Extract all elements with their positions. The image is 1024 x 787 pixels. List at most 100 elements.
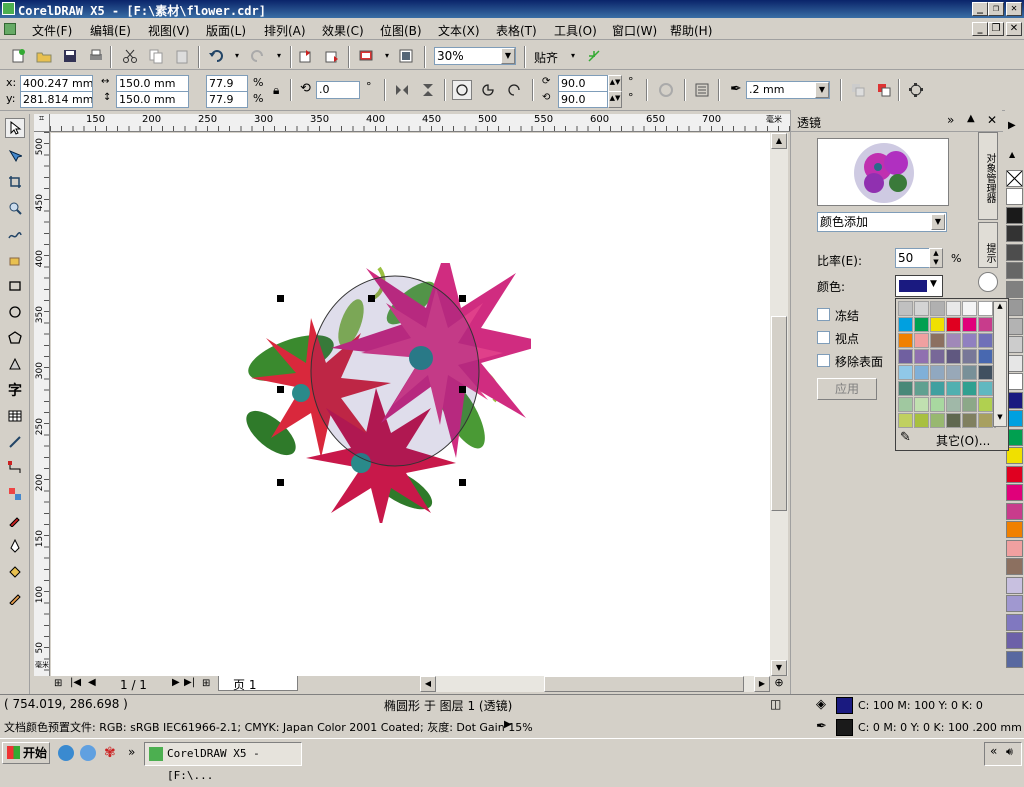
app-launcher-icon[interactable] [356,46,376,66]
width-field[interactable]: 150.0 mm [116,75,189,92]
to-front-icon[interactable] [848,80,868,100]
lens-ellipse[interactable] [310,275,480,467]
palette-swatch[interactable] [1006,521,1023,538]
scroll-down-button[interactable]: ▼ [771,660,787,676]
ellipse-icon[interactable] [452,80,472,100]
color-button[interactable]: ▼ [895,275,943,297]
picker-color-cell[interactable] [914,397,929,412]
picker-color-cell[interactable] [978,365,993,380]
drawing-canvas[interactable] [51,133,770,676]
save-icon[interactable] [60,46,80,66]
table-tool-icon[interactable] [5,406,25,426]
minimize-button[interactable]: _ [972,2,988,16]
palette-swatch[interactable] [1006,206,1023,224]
doc-close-button[interactable]: ✕ [1006,22,1022,36]
speaker-icon[interactable]: 🔊︎ [1006,745,1013,759]
selection-handle[interactable] [459,295,466,302]
picker-color-cell[interactable] [898,365,913,380]
menu-effects[interactable]: 效果(C) [322,22,364,39]
end-angle-field[interactable]: 90.0 [558,91,608,108]
palette-swatch[interactable] [1006,262,1023,279]
eyedropper-tool-icon[interactable] [5,510,25,530]
selection-handle[interactable] [459,386,466,393]
palette-swatch[interactable] [1006,595,1023,612]
options-icon[interactable] [584,46,604,66]
browser-icon[interactable] [80,745,96,761]
picker-color-cell[interactable] [898,317,913,332]
dimension-tool-icon[interactable] [5,432,25,452]
selection-handle[interactable] [277,479,284,486]
palette-swatch[interactable] [1006,188,1023,205]
picker-color-cell[interactable] [930,333,945,348]
mirror-horizontal-icon[interactable] [392,80,412,100]
outline-tool-icon[interactable] [5,536,25,556]
scroll-right-button[interactable]: ▶ [754,676,770,692]
picker-color-cell[interactable] [914,317,929,332]
taskbar-coreldraw-button[interactable]: CorelDRAW X5 - [F:\... [144,742,302,782]
cut-icon[interactable] [120,46,140,66]
picker-color-cell[interactable] [978,333,993,348]
fill-color-swatch[interactable] [836,697,853,714]
palette-swatch[interactable] [1006,502,1023,520]
object-manager-tab[interactable]: 对象管理器 [978,132,998,220]
undo-dropdown[interactable]: ▾ [230,49,244,64]
end-angle-spin[interactable]: ▲▼ [608,91,622,108]
quicklaunch-more-icon[interactable]: » [128,745,135,759]
page-tab[interactable]: 页 1 [218,676,298,692]
picker-color-cell[interactable] [978,381,993,396]
vertical-ruler[interactable]: 500 450 400 350 300 250 200 150 100 50 毫… [34,132,50,676]
palette-swatch[interactable] [1006,280,1023,298]
pie-icon[interactable] [478,80,498,100]
lens-type-dropdown[interactable]: ▼ [931,214,945,230]
basic-shapes-tool-icon[interactable] [5,354,25,374]
picker-color-cell[interactable] [898,349,913,364]
palette-swatch[interactable] [1006,539,1023,557]
picker-color-cell[interactable] [946,301,961,316]
picker-color-cell[interactable] [962,333,977,348]
convert-to-curves-icon[interactable] [906,80,926,100]
picker-color-cell[interactable] [946,381,961,396]
wrap-text-icon[interactable] [692,80,712,100]
ruler-corner[interactable]: ⌗ [34,114,50,132]
hints-tab[interactable]: 提示 [978,222,998,268]
close-button[interactable]: ✕ [1006,2,1022,16]
picker-color-cell[interactable] [914,349,929,364]
open-icon[interactable] [34,46,54,66]
picker-color-cell[interactable] [930,397,945,412]
interactive-fill-tool-icon[interactable] [5,588,25,608]
polygon-tool-icon[interactable] [5,328,25,348]
menu-edit[interactable]: 编辑(E) [90,22,131,39]
picker-color-cell[interactable] [914,381,929,396]
selection-handle[interactable] [277,295,284,302]
scroll-thumb[interactable] [544,676,744,692]
print-icon[interactable] [86,46,106,66]
rotation-angle-field[interactable]: .0 [316,81,360,99]
eyedropper-icon[interactable]: ✎ [900,430,911,445]
doc-minimize-button[interactable]: _ [972,22,988,36]
no-color-swatch[interactable] [1006,170,1023,187]
picker-color-cell[interactable] [962,397,977,412]
start-angle-spin[interactable]: ▲▼ [608,75,622,92]
menu-file[interactable]: 文件(F) [32,22,72,39]
menu-tools[interactable]: 工具(O) [554,22,597,39]
app-shortcut-icon[interactable]: ✾ [104,745,120,761]
app-launcher-dropdown[interactable]: ▾ [380,49,394,64]
first-page-icon[interactable]: |◀ [70,677,81,688]
new-icon[interactable] [8,46,28,66]
ie-icon[interactable] [58,745,74,761]
picker-color-cell[interactable] [930,317,945,332]
freeze-checkbox[interactable] [817,308,830,321]
menu-arrange[interactable]: 排列(A) [264,22,306,39]
selection-handle[interactable] [368,295,375,302]
restore-button[interactable]: ❐ [988,2,1004,16]
palette-swatch[interactable] [1006,243,1023,261]
palette-swatch[interactable] [1006,465,1023,483]
height-field[interactable]: 150.0 mm [116,91,189,108]
menu-view[interactable]: 视图(V) [148,22,190,39]
viewpoint-checkbox[interactable] [817,331,830,344]
lock-ratio-icon[interactable]: 🔒︎ [273,83,279,98]
rate-field[interactable]: 50 [895,248,931,268]
picker-color-cell[interactable] [962,365,977,380]
menu-table[interactable]: 表格(T) [496,22,537,39]
palette-swatch[interactable] [1006,225,1023,242]
